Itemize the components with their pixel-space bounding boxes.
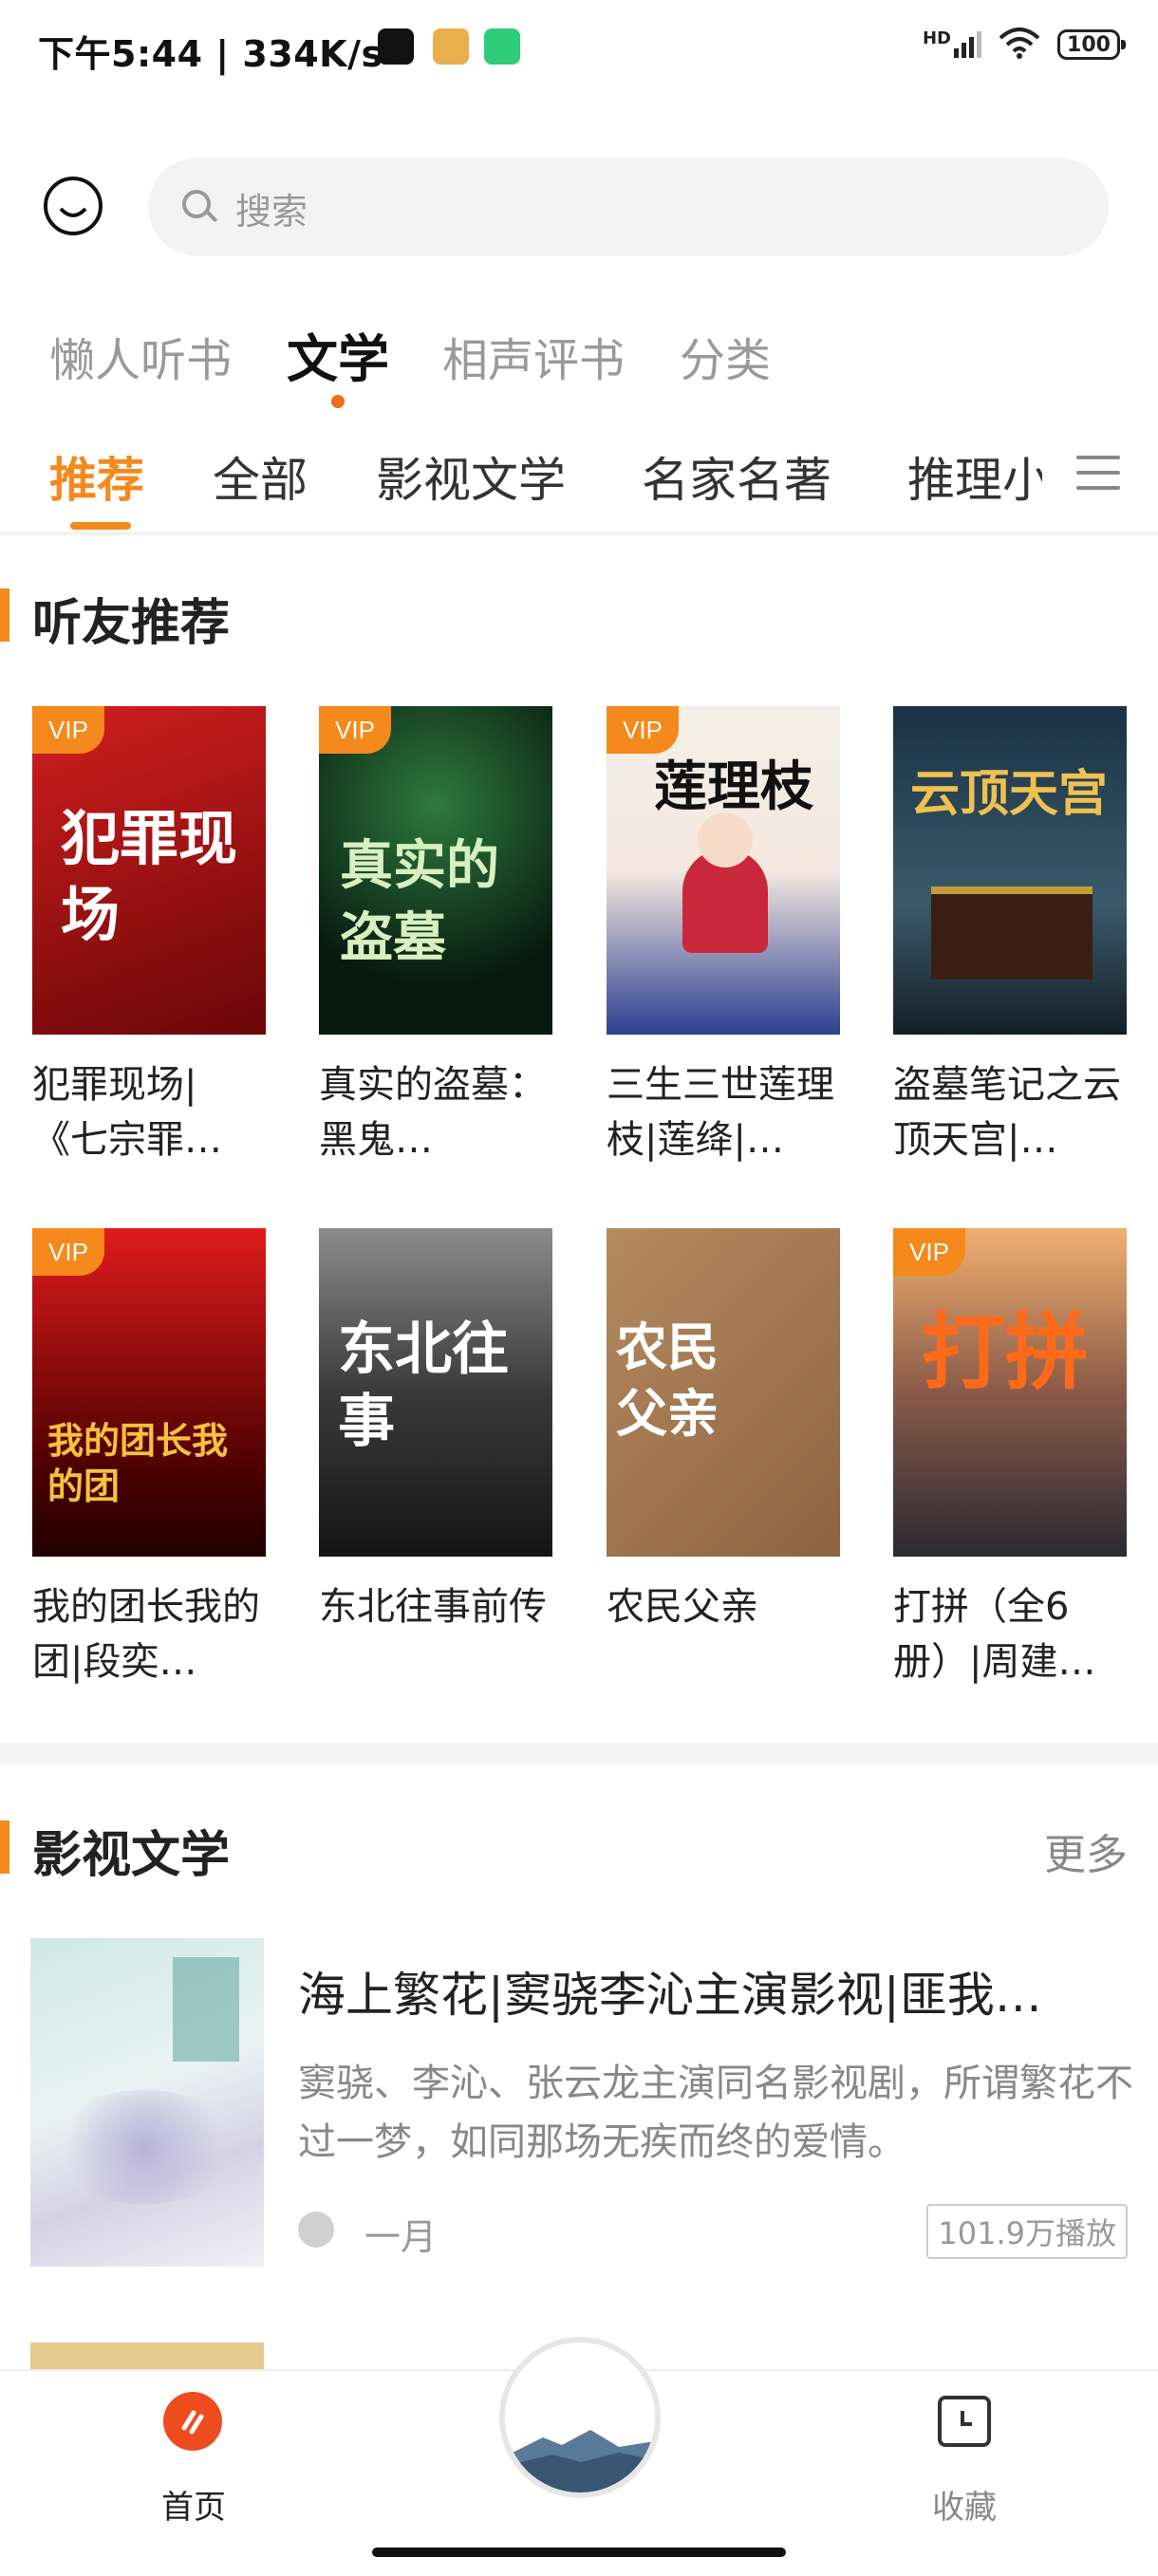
section-accent-bar <box>0 588 9 642</box>
subtab-recommend[interactable]: 推荐 <box>49 442 144 511</box>
cover-title: 我的团长我的团 <box>47 1419 229 1507</box>
book-title[interactable]: 农民父亲 <box>607 1579 840 1634</box>
more-link[interactable]: 更多 <box>1044 1820 1128 1881</box>
douyin-app-icon <box>378 28 414 65</box>
cover-title: 农民父亲 <box>616 1316 719 1444</box>
vip-badge: VIP <box>32 1228 104 1276</box>
section-divider <box>0 1743 1158 1764</box>
search-placeholder: 搜索 <box>235 191 308 233</box>
cover-title: 犯罪现场 <box>61 804 238 949</box>
search-icon <box>182 190 211 218</box>
section-accent-bar <box>0 1820 9 1874</box>
cover-figure-head <box>698 812 753 868</box>
book-title[interactable]: 东北往事前传 <box>319 1579 552 1634</box>
book-cover[interactable]: VIP 打拼 <box>893 1228 1127 1557</box>
book-title[interactable]: 打拼（全6册）|周建… <box>893 1579 1127 1689</box>
vpn-app-icon <box>484 28 520 65</box>
narrator-name: 一月 <box>364 2216 438 2258</box>
book-title[interactable]: 犯罪现场|《七宗罪… <box>32 1057 266 1167</box>
more-tabs-menu-icon[interactable] <box>1076 456 1120 501</box>
book-cover[interactable]: VIP 莲理枝 <box>607 706 840 1035</box>
player-button[interactable] <box>499 2337 661 2498</box>
tab-lanren[interactable]: 懒人听书 <box>49 323 232 389</box>
signal-icon: HD <box>922 28 981 58</box>
vip-badge: VIP <box>319 706 391 754</box>
subtab-all[interactable]: 全部 <box>213 442 308 511</box>
user-avatar-icon[interactable] <box>44 177 103 235</box>
vip-badge: VIP <box>893 1228 965 1276</box>
battery-level: 100 <box>1067 32 1111 57</box>
home-indicator[interactable] <box>372 2548 786 2557</box>
tab-crosstalk[interactable]: 相声评书 <box>442 323 625 389</box>
status-time: 下午5:44 | 334K/s <box>38 33 383 75</box>
search-bar[interactable]: 搜索 <box>148 158 1109 256</box>
tab-category[interactable]: 分类 <box>680 323 771 389</box>
subtab-film-literature[interactable]: 影视文学 <box>376 442 566 511</box>
active-tab-dot <box>331 395 345 408</box>
list-item-title[interactable]: 海上繁花|窦骁李沁主演影视|匪我… <box>298 1957 1095 2025</box>
book-cover[interactable]: 东北往事 <box>319 1228 552 1557</box>
wifi-icon <box>999 27 1040 63</box>
list-item-cover[interactable] <box>30 1938 264 2267</box>
book-cover[interactable]: 农民父亲 <box>607 1228 840 1557</box>
favorites-icon[interactable] <box>938 2396 991 2447</box>
subtab-underline <box>70 522 131 530</box>
list-item-description: 窦骁、李沁、张云龙主演同名影视剧，所谓繁花不过一梦，如同那场无疾而终的爱情。 <box>298 2062 1133 2164</box>
book-cover[interactable]: VIP 我的团长我的团 <box>32 1228 266 1557</box>
book-cover[interactable]: VIP 真实的盗墓 <box>319 706 552 1035</box>
book-title[interactable]: 我的团长我的团|段奕… <box>32 1579 266 1689</box>
home-icon[interactable] <box>163 2392 222 2451</box>
cover-title: 云顶天宫 <box>910 765 1109 823</box>
cover-title: 莲理枝 <box>654 756 813 818</box>
cover-title: 真实的盗墓 <box>340 834 499 969</box>
nav-home-label[interactable]: 首页 <box>161 2481 226 2528</box>
cover-title: 打拼 <box>922 1302 1090 1401</box>
status-right-icons: HD 100 <box>922 27 1126 63</box>
narrator-icon <box>298 2212 334 2248</box>
play-count-badge: 101.9万播放 <box>926 2204 1128 2259</box>
book-title[interactable]: 真实的盗墓：黑鬼… <box>319 1057 552 1167</box>
tabs-divider <box>0 532 1158 535</box>
vip-badge: VIP <box>32 706 104 754</box>
subtab-masterpieces[interactable]: 名家名著 <box>642 442 831 511</box>
tab-literature[interactable]: 文学 <box>287 317 389 392</box>
book-cover[interactable]: 云顶天宫 <box>893 706 1127 1035</box>
cover-flower <box>49 2090 239 2204</box>
subtab-mystery[interactable]: 推理小 <box>907 442 1042 511</box>
cover-title: 东北往事 <box>338 1316 509 1455</box>
cover-decoration <box>173 1957 239 2062</box>
mountain-icon <box>505 2430 655 2492</box>
cover-temple <box>931 887 1093 980</box>
network-type: HD <box>922 28 951 48</box>
battery-icon: 100 <box>1057 29 1126 60</box>
section-title-recommend: 听友推荐 <box>32 595 231 652</box>
section-title-film: 影视文学 <box>32 1827 231 1884</box>
nav-favorites-label[interactable]: 收藏 <box>932 2481 997 2528</box>
book-title[interactable]: 三生三世莲理枝|莲绛|… <box>607 1057 840 1167</box>
notification-app-icon <box>433 28 469 65</box>
book-cover[interactable]: VIP 犯罪现场 <box>32 706 266 1035</box>
book-title[interactable]: 盗墓笔记之云顶天宫|… <box>893 1057 1127 1167</box>
